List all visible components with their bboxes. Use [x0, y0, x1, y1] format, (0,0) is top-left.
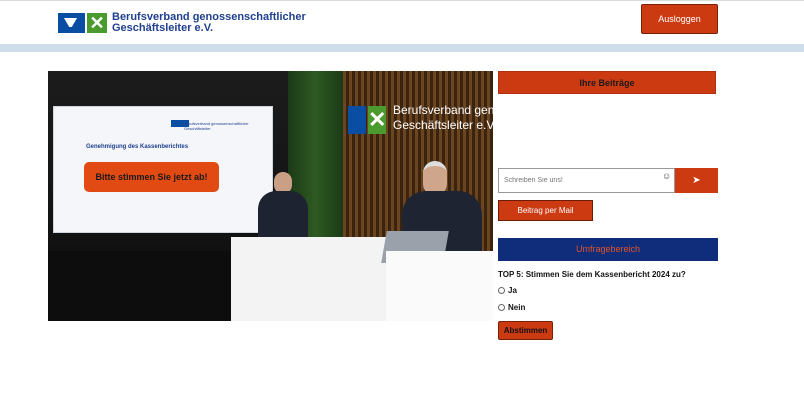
message-input[interactable] [498, 168, 675, 193]
screen-logo-text: Berufsverband genossenschaftlicher Gesch… [184, 121, 249, 131]
wall-logo-x: ✕ [368, 106, 387, 134]
vote-button[interactable]: Abstimmen [498, 321, 553, 340]
org-name-line2: Geschäftsleiter e.V. [112, 22, 214, 34]
logo-mark: ✕ [58, 13, 107, 33]
emoji-icon[interactable]: ☺ [662, 171, 672, 181]
screen-title: Genehmigung des Kassenberichtes [86, 144, 189, 150]
wall-logo-icon: ✕ [348, 106, 386, 134]
screen-vote-prompt: Bitte stimmen Sie jetzt ab! [84, 162, 219, 192]
radio-ja[interactable] [498, 287, 505, 294]
poll-option-ja[interactable]: Ja [498, 286, 517, 295]
desk-right [386, 251, 493, 321]
poll-option-label: Ja [508, 286, 517, 295]
org-name: Berufsverband genossenschaftlicher Gesch… [112, 12, 306, 34]
wall-text: Berufsverband gen Geschäftsleiter e.V. [393, 103, 493, 133]
presentation-screen: Berufsverband genossenschaftlicher Gesch… [53, 106, 273, 233]
wall-logo-vr [348, 106, 366, 134]
contributions-header: Ihre Beiträge [498, 71, 716, 94]
logo: ✕ Berufsverband genossenschaftlicher Ges… [58, 12, 306, 34]
send-button[interactable]: ➤ [675, 168, 718, 193]
logout-button[interactable]: Ausloggen [641, 4, 718, 34]
x-logo-icon: ✕ [87, 13, 107, 33]
mail-contribution-button[interactable]: Beitrag per Mail [498, 200, 593, 221]
poll-option-nein[interactable]: Nein [498, 303, 525, 312]
wall-text-line1: Berufsverband gen [393, 103, 493, 117]
poll-header: Umfragebereich [498, 238, 718, 261]
header-divider [0, 44, 804, 52]
wall-text-line2: Geschäftsleiter e.V. [393, 118, 493, 132]
video-player[interactable]: Berufsverband genossenschaftlicher Gesch… [48, 71, 493, 321]
top-bar: ✕ Berufsverband genossenschaftlicher Ges… [0, 0, 804, 45]
radio-nein[interactable] [498, 304, 505, 311]
poll-question: TOP 5: Stimmen Sie dem Kassenbericht 202… [498, 270, 686, 279]
poll-option-label: Nein [508, 303, 526, 312]
vr-logo-icon [58, 13, 85, 33]
